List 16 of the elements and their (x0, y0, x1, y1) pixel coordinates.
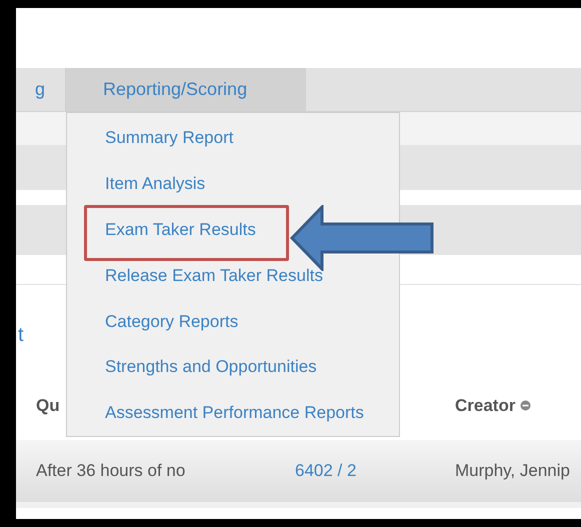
table-cell-text: Murphy, Jennip (455, 460, 570, 482)
sort-icon[interactable] (520, 400, 532, 411)
column-header[interactable]: Qu (36, 392, 60, 418)
table-link[interactable]: 6402 / 2 (295, 458, 455, 484)
menu-item[interactable]: Exam Taker Results (105, 216, 256, 242)
menu-item[interactable]: Summary Report (105, 125, 234, 151)
nav-tab[interactable]: Reporting/Scoring (66, 68, 306, 111)
column-header[interactable]: Creator (455, 392, 516, 418)
menu-item[interactable]: Strengths and Opportunities (105, 354, 317, 380)
table-row[interactable]: After 36 hours of no 6402 / 2 Murphy, Jennip (16, 440, 581, 502)
menu-item[interactable]: Assessment Performance Reports (105, 400, 364, 426)
heading-text: t (18, 323, 24, 348)
table-cell-text: After 36 hours of no (35, 460, 186, 482)
menu-item[interactable]: Category Reports (105, 308, 238, 334)
menu-item[interactable]: Release Exam Taker Results (105, 262, 323, 288)
menu-item[interactable]: Item Analysis (105, 171, 206, 197)
